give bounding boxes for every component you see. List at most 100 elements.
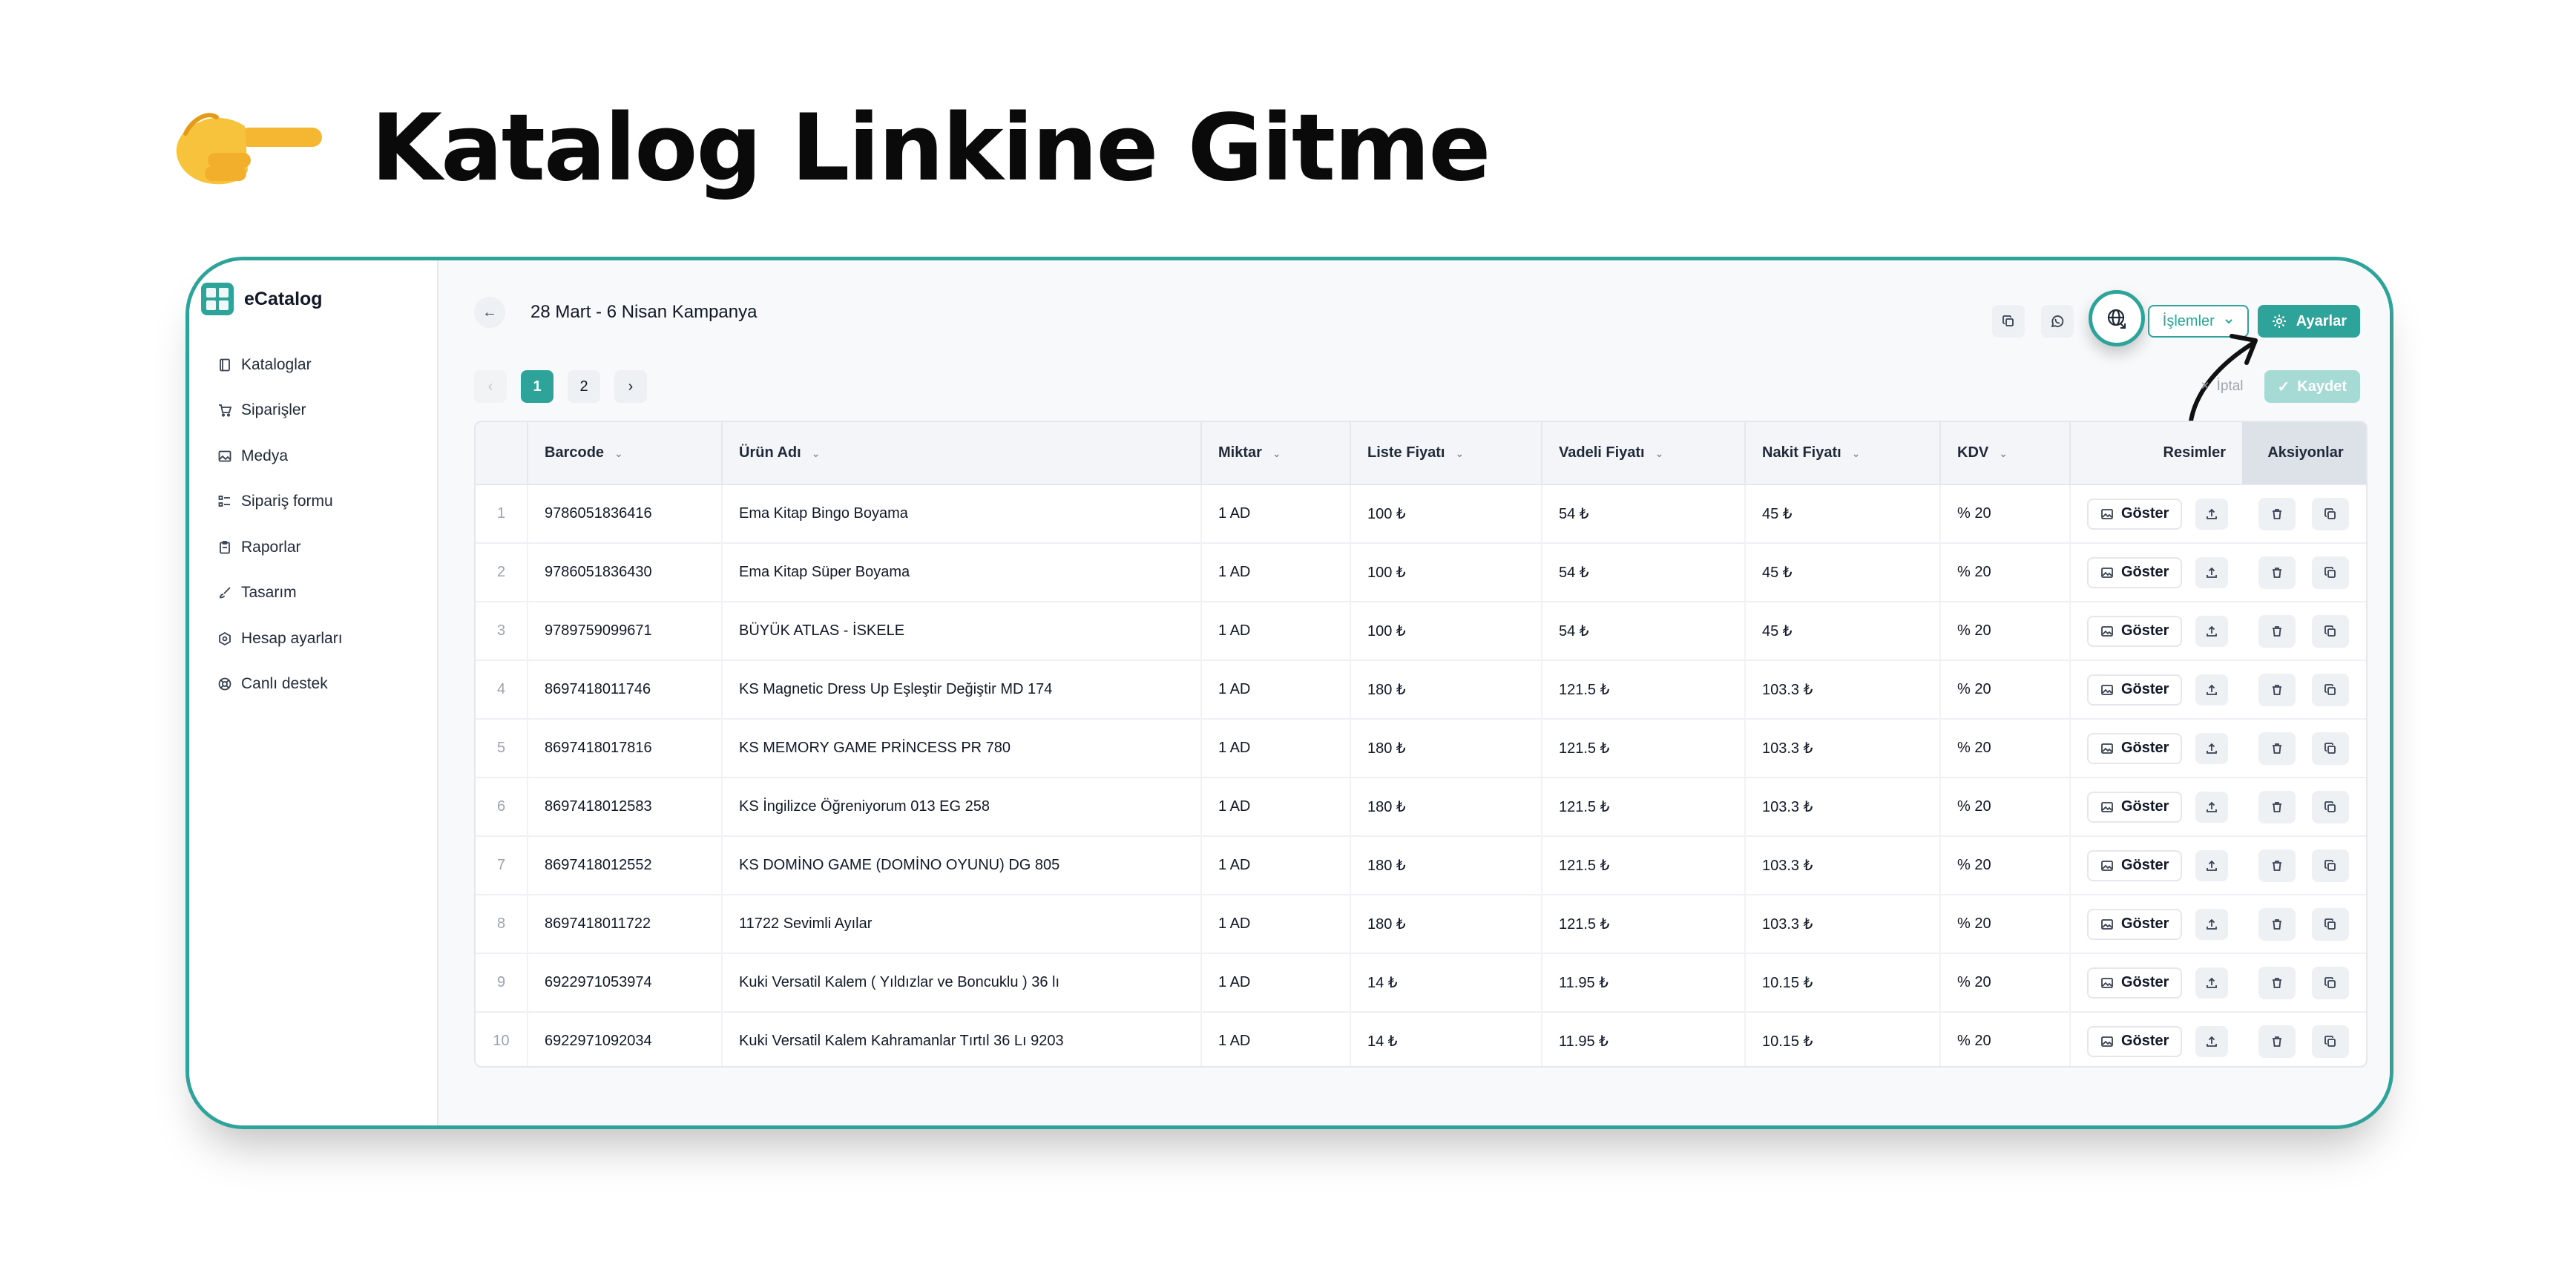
term-price-cell: 11.95 ₺ [1542,1012,1746,1066]
actions-cell [2242,777,2366,836]
chevron-down-icon: ⌄ [1455,447,1465,459]
show-images-button[interactable]: Göster [2087,674,2183,706]
duplicate-row-button[interactable] [2311,966,2349,999]
upload-image-button[interactable] [2195,1025,2229,1057]
upload-image-button[interactable] [2195,732,2229,764]
whatsapp-share-button[interactable] [2040,305,2074,338]
sidebar-item-canli-destek[interactable]: Canlı destek [189,662,438,708]
upload-image-button[interactable] [2195,498,2229,530]
copy-icon [2324,800,2336,812]
page-button-1[interactable]: 1 [521,370,553,403]
show-images-button[interactable]: Göster [2087,498,2183,530]
sidebar-item-label: Kataloglar [241,355,312,373]
quantity-cell: 1 AD [1201,602,1351,660]
upload-icon [2207,743,2217,754]
upload-image-button[interactable] [2195,556,2229,588]
delete-row-button[interactable] [2258,497,2296,530]
upload-icon [2207,625,2217,637]
delete-row-button[interactable] [2258,731,2296,765]
ayarlar-button[interactable]: Ayarlar [2257,305,2360,338]
duplicate-row-button[interactable] [2311,556,2349,589]
show-images-button[interactable]: Göster [2087,967,2183,999]
col-liste-fiyati[interactable]: Liste Fiyatı ⌄ [1350,422,1542,485]
sidebar-item-label: Canlı destek [241,675,328,693]
upload-image-button[interactable] [2195,615,2229,647]
brand[interactable]: eCatalog [201,283,323,315]
duplicate-row-button[interactable] [2311,614,2349,648]
sidebar-item-medya[interactable]: Medya [189,433,438,479]
sidebar-item-hesap-ayarlari[interactable]: Hesap ayarları [189,616,438,662]
cash-price-cell: 45 ₺ [1745,602,1941,660]
col-barcode[interactable]: Barcode ⌄ [528,422,723,485]
page-button-2[interactable]: 2 [568,370,600,403]
table-row: 10 6922971092034 Kuki Versatil Kalem Kah… [476,1012,2366,1066]
col-nakit-fiyati[interactable]: Nakit Fiyatı ⌄ [1745,422,1941,485]
col-miktar[interactable]: Miktar ⌄ [1201,422,1351,485]
open-catalog-link-button[interactable] [2088,290,2145,346]
back-button[interactable]: ← [474,297,505,328]
col-urun-adi[interactable]: Ürün Adı ⌄ [722,422,1202,485]
duplicate-row-button[interactable] [2311,1025,2349,1058]
lifebuoy-icon [216,675,234,693]
app-window: eCatalog Kataloglar Siparişler Medya Sip… [185,257,2393,1129]
images-cell: Göster [2070,836,2242,895]
cancel-button[interactable]: × İptal [2201,378,2244,395]
product-name-cell: Ema Kitap Süper Boyama [722,543,1202,602]
show-label: Göster [2121,622,2169,639]
quantity-cell: 1 AD [1201,719,1351,777]
sidebar-item-tasarim[interactable]: Tasarım [189,571,438,617]
kdv-cell: % 20 [1940,895,2071,953]
kdv-cell: % 20 [1940,660,2071,719]
delete-row-button[interactable] [2258,614,2296,648]
delete-row-button[interactable] [2258,790,2296,823]
delete-row-button[interactable] [2258,907,2296,941]
show-images-button[interactable]: Göster [2087,1025,2183,1057]
col-vadeli-fiyati[interactable]: Vadeli Fiyatı ⌄ [1542,422,1746,485]
images-cell: Göster [2070,484,2242,543]
upload-image-button[interactable] [2195,791,2229,823]
prev-page-button[interactable]: ‹ [474,370,507,403]
show-images-button[interactable]: Göster [2087,615,2183,647]
show-images-button[interactable]: Göster [2087,732,2183,764]
cash-price-cell: 103.3 ₺ [1745,895,1941,953]
show-images-button[interactable]: Göster [2087,791,2183,823]
cash-price-cell: 45 ₺ [1745,484,1941,543]
delete-row-button[interactable] [2258,673,2296,706]
cash-price-cell: 10.15 ₺ [1745,1012,1941,1066]
images-cell: Göster [2070,660,2242,719]
show-images-button[interactable]: Göster [2087,908,2183,940]
duplicate-row-button[interactable] [2311,731,2349,765]
upload-image-button[interactable] [2195,967,2229,999]
sidebar-item-siparisler[interactable]: Siparişler [189,388,438,434]
show-images-button[interactable]: Göster [2087,849,2183,881]
delete-row-button[interactable] [2258,966,2296,999]
duplicate-row-button[interactable] [2311,849,2349,882]
upload-image-button[interactable] [2195,674,2229,706]
delete-row-button[interactable] [2258,556,2296,589]
sidebar-item-siparis-formu[interactable]: Sipariş formu [189,479,438,525]
col-kdv[interactable]: KDV ⌄ [1940,422,2071,485]
delete-row-button[interactable] [2258,1025,2296,1058]
show-images-button[interactable]: Göster [2087,556,2183,588]
trash-icon [2273,918,2281,930]
trash-icon [2273,801,2281,812]
row-index: 4 [476,660,528,719]
sidebar-item-raporlar[interactable]: Raporlar [189,525,438,571]
upload-image-button[interactable] [2195,908,2229,940]
hero-header: Katalog Linkine Gitme [171,89,1491,208]
cash-price-cell: 103.3 ₺ [1745,719,1941,777]
next-page-button[interactable]: › [614,370,647,403]
row-index: 6 [476,777,528,836]
duplicate-row-button[interactable] [2311,790,2349,823]
duplicate-row-button[interactable] [2311,907,2349,941]
upload-image-button[interactable] [2195,849,2229,881]
sidebar: eCatalog Kataloglar Siparişler Medya Sip… [189,260,438,1125]
duplicate-row-button[interactable] [2311,673,2349,706]
image-icon [2101,801,2113,812]
trash-icon [2273,508,2281,519]
copy-link-button[interactable] [1991,305,2025,338]
duplicate-row-button[interactable] [2311,497,2349,530]
save-button[interactable]: ✓ Kaydet [2264,370,2360,403]
sidebar-item-kataloglar[interactable]: Kataloglar [189,342,438,388]
delete-row-button[interactable] [2258,849,2296,882]
